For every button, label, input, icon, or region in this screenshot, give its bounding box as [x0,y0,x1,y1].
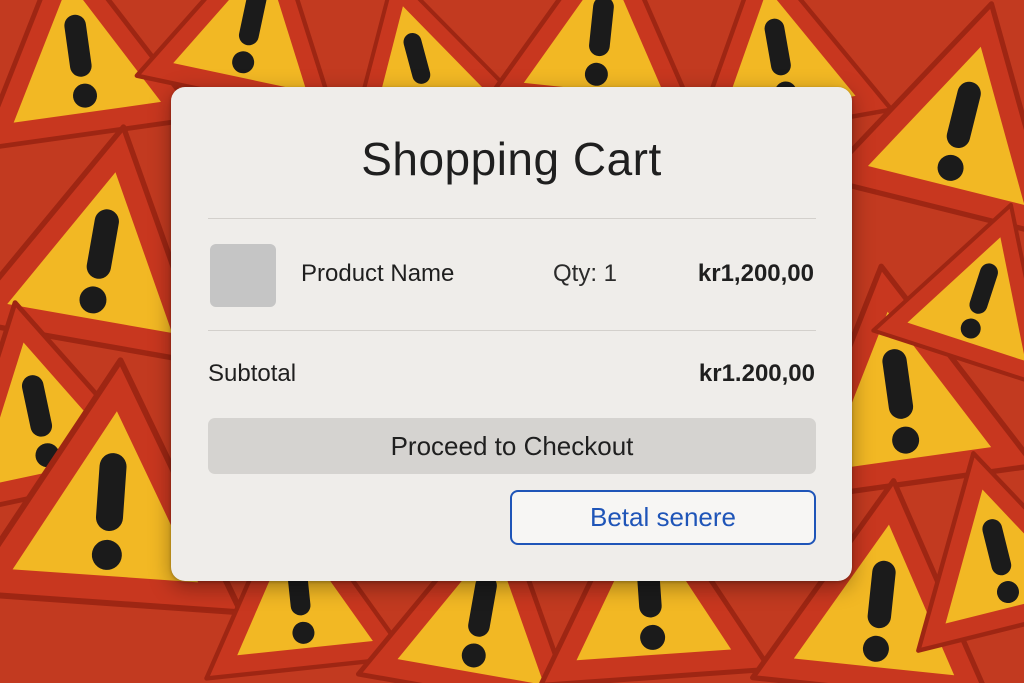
subtotal-label: Subtotal [208,360,297,387]
proceed-to-checkout-button[interactable]: Proceed to Checkout [208,418,816,474]
cart-item-row: Product Name Qty: 1 kr1,200,00 [208,242,816,308]
pay-later-button[interactable]: Betal senere [510,490,816,545]
divider [208,330,816,331]
item-price: kr1,200,00 [697,260,814,287]
cart-title: Shopping Cart [361,133,662,185]
shopping-cart-dialog: Shopping Cart Product Name Qty: 1 kr1,20… [171,87,852,581]
product-thumbnail [210,244,276,307]
subtotal-value: kr1.200,00 [698,360,815,387]
item-quantity: Qty: 1 [553,260,618,287]
divider [208,218,816,219]
item-name: Product Name [301,260,455,287]
